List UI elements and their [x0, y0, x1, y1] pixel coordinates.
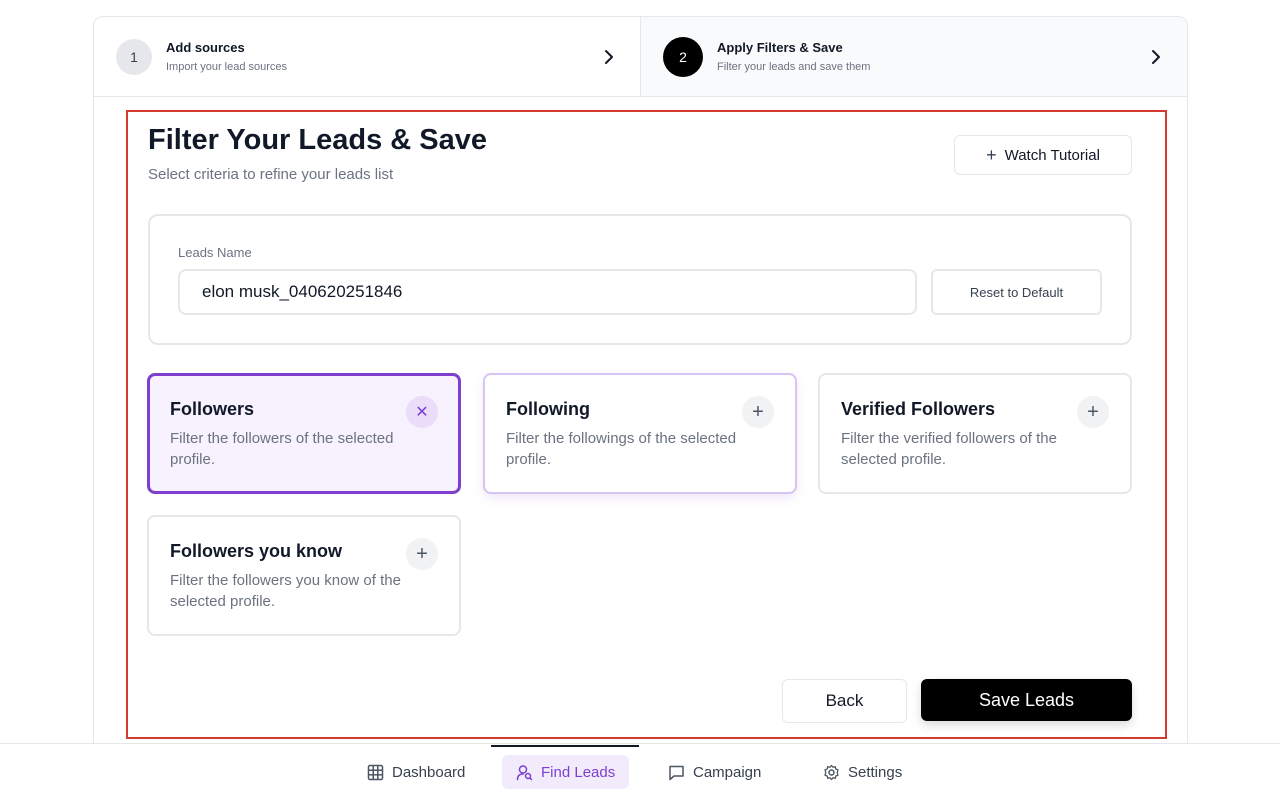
- filter-card-verified-followers[interactable]: Verified Followers Filter the verified f…: [818, 373, 1132, 494]
- step-title: Apply Filters & Save: [717, 40, 843, 55]
- plus-icon[interactable]: +: [406, 538, 438, 570]
- chevron-right-icon: [605, 50, 613, 64]
- user-search-icon: [516, 764, 533, 780]
- bottom-nav: [0, 743, 1280, 799]
- filter-description: Filter the followers you know of the sel…: [170, 572, 401, 610]
- page-title: Filter Your Leads & Save: [148, 124, 487, 156]
- nav-label: Settings: [848, 763, 903, 781]
- page-subtitle: Select criteria to refine your leads lis…: [148, 166, 394, 183]
- step-add-sources[interactable]: 1 Add sources Import your lead sources: [94, 17, 640, 96]
- step-subtitle: Import your lead sources: [166, 61, 288, 73]
- step-number: 1: [116, 38, 152, 75]
- filter-title: Verified Followers: [841, 399, 996, 419]
- gear-icon: [824, 764, 839, 780]
- plus-icon[interactable]: +: [742, 396, 774, 428]
- step-apply-filters[interactable]: 2 Apply Filters & Save Filter your leads…: [640, 17, 1187, 96]
- nav-label: Dashboard: [392, 763, 466, 781]
- save-leads-button[interactable]: Save Leads: [921, 679, 1132, 721]
- stepper: 1 Add sources Import your lead sources 2…: [94, 17, 1187, 97]
- filter-title: Followers: [170, 399, 255, 419]
- watch-tutorial-label: Watch Tutorial: [1004, 146, 1100, 164]
- plus-icon[interactable]: +: [1077, 396, 1109, 428]
- nav-item-dashboard[interactable]: Dashboard: [353, 755, 479, 789]
- filter-title: Followers you know: [170, 541, 343, 561]
- filter-card-following[interactable]: Following Filter the followings of the s…: [483, 373, 797, 494]
- back-button[interactable]: Back: [782, 679, 907, 723]
- active-nav-indicator: [491, 745, 639, 747]
- nav-item-campaign[interactable]: Campaign: [654, 755, 775, 789]
- filter-description: Filter the followers of the selected pro…: [170, 430, 394, 468]
- filter-description: Filter the followings of the selected pr…: [506, 430, 737, 468]
- step-number: 2: [663, 36, 703, 77]
- chevron-right-icon: [1152, 50, 1160, 64]
- leads-name-input[interactable]: [178, 269, 917, 315]
- nav-label: Find Leads: [541, 763, 616, 781]
- message-icon: [669, 765, 684, 780]
- nav-item-find-leads[interactable]: Find Leads: [502, 755, 630, 789]
- step-title: Add sources: [166, 40, 245, 55]
- close-icon[interactable]: ✕: [406, 396, 438, 428]
- nav-label: Campaign: [693, 763, 762, 781]
- filter-card-followers-you-know[interactable]: Followers you know Filter the followers …: [147, 515, 461, 636]
- filter-description: Filter the verified followers of the sel…: [841, 430, 1057, 468]
- grid-icon: [367, 764, 384, 780]
- plus-icon: +: [986, 144, 997, 165]
- nav-item-settings[interactable]: Settings: [809, 755, 916, 789]
- filter-title: Following: [506, 399, 590, 419]
- reset-to-default-button[interactable]: Reset to Default: [931, 269, 1102, 315]
- step-subtitle: Filter your leads and save them: [717, 61, 871, 73]
- leads-name-label: Leads Name: [178, 245, 252, 260]
- watch-tutorial-button[interactable]: + Watch Tutorial: [954, 135, 1132, 175]
- filter-card-followers[interactable]: Followers Filter the followers of the se…: [147, 373, 461, 494]
